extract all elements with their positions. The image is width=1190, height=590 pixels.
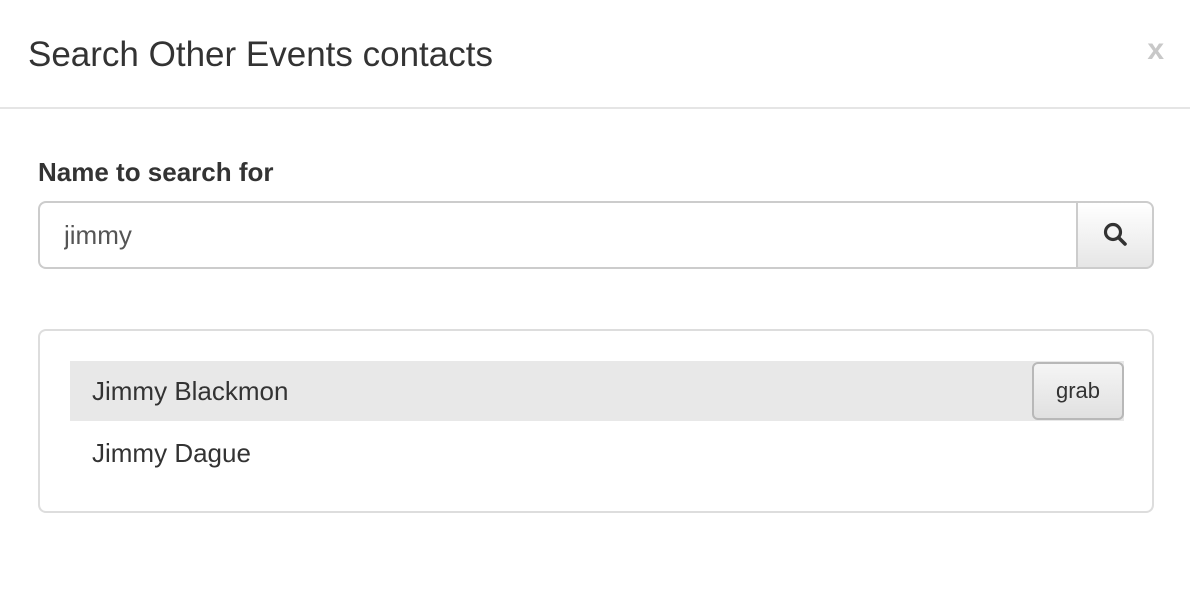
search-input-group bbox=[38, 201, 1154, 269]
search-contacts-dialog: Search Other Events contacts x Name to s… bbox=[0, 0, 1190, 590]
search-results-list: Jimmy Blackmon grab Jimmy Dague bbox=[38, 329, 1154, 513]
result-name: Jimmy Blackmon bbox=[92, 376, 289, 406]
dialog-title: Search Other Events contacts bbox=[28, 35, 493, 74]
result-name: Jimmy Dague bbox=[92, 438, 251, 468]
close-button[interactable]: x bbox=[1147, 32, 1164, 68]
result-row[interactable]: Jimmy Blackmon grab bbox=[70, 361, 1124, 421]
search-input[interactable] bbox=[38, 201, 1076, 269]
search-field-label: Name to search for bbox=[38, 157, 274, 187]
search-icon bbox=[1102, 221, 1128, 250]
result-row[interactable]: Jimmy Dague bbox=[70, 423, 1124, 483]
grab-button[interactable]: grab bbox=[1032, 362, 1124, 420]
dialog-header: Search Other Events contacts x bbox=[0, 0, 1190, 109]
search-button[interactable] bbox=[1076, 201, 1154, 269]
